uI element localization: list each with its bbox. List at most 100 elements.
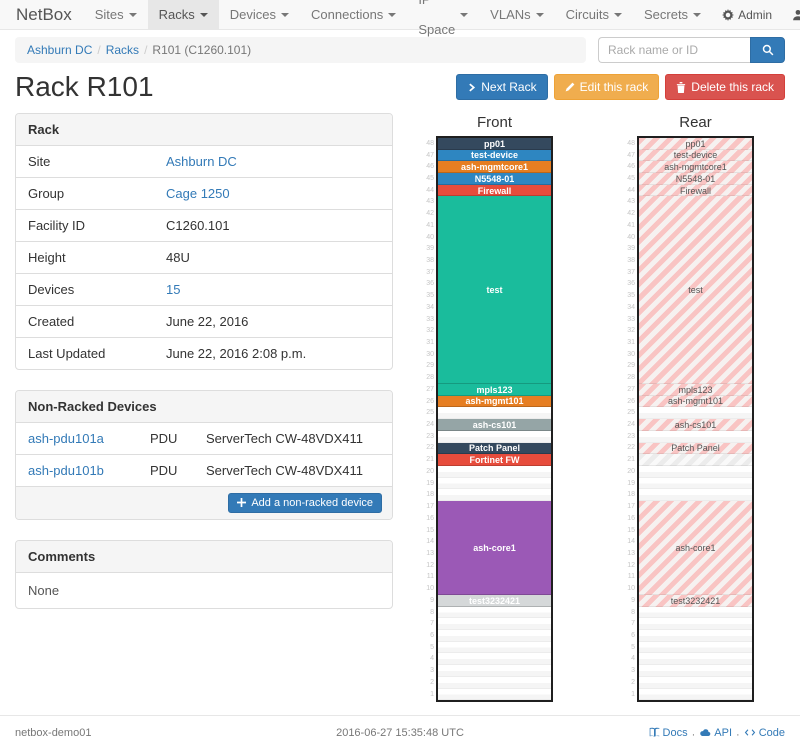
rack-device-fortinet-fw-front[interactable]: Fortinet FW: [438, 454, 551, 466]
app-brand[interactable]: NetBox: [8, 0, 84, 29]
rack-attr-row-devices: Devices15: [16, 273, 392, 305]
rack-device-ash-cs101-front[interactable]: ash-cs101: [438, 419, 551, 431]
footer-link-code[interactable]: Code: [744, 727, 785, 739]
rack-device-pp01-front[interactable]: pp01: [438, 138, 551, 150]
rack-device-patch-panel-front[interactable]: Patch Panel: [438, 443, 551, 455]
attr-value-cell: Ashburn DC: [154, 146, 392, 177]
breadcrumb-item-racks[interactable]: Racks: [106, 43, 139, 57]
chevron-down-icon: [129, 13, 137, 17]
rack-device-ash-mgmt101-rear[interactable]: ash-mgmt101: [639, 396, 752, 408]
rack-device-n5548-01-front[interactable]: N5548-01: [438, 173, 551, 185]
footer-link-api[interactable]: API: [699, 727, 732, 739]
rack-unit-empty: [639, 478, 752, 490]
title-row: Rack R101 Next Rack Edit this rack Delet…: [15, 72, 785, 103]
edit-rack-button[interactable]: Edit this rack: [554, 74, 660, 100]
next-rack-button[interactable]: Next Rack: [456, 74, 547, 100]
unit-number: 20: [625, 466, 635, 478]
rack-device-ash-core1-rear[interactable]: ash-core1: [639, 501, 752, 595]
unit-number: 9: [424, 595, 434, 607]
attr-value-cell: June 22, 2016: [154, 306, 392, 337]
front-rack: pp01test-deviceash-mgmtcore1N5548-01Fire…: [436, 136, 553, 703]
front-elevation-title: Front: [424, 114, 553, 131]
nav-item-connections[interactable]: Connections: [300, 0, 407, 29]
rack-device-n5548-01-rear[interactable]: N5548-01: [639, 173, 752, 185]
unit-number: 39: [625, 243, 635, 255]
rack-device-ash-cs101-rear[interactable]: ash-cs101: [639, 419, 752, 431]
attr-value: June 22, 2016: [166, 314, 248, 329]
rack-unit-empty: [438, 677, 551, 689]
nav-item-devices[interactable]: Devices: [219, 0, 300, 29]
footer-link-separator: ·: [736, 729, 740, 741]
attr-value[interactable]: Ashburn DC: [166, 154, 237, 169]
unit-number: 36: [424, 278, 434, 290]
rack-device-mpls123-rear[interactable]: mpls123: [639, 384, 752, 396]
attr-value[interactable]: Cage 1250: [166, 186, 230, 201]
rack-device-mpls123-front[interactable]: mpls123: [438, 384, 551, 396]
nav-item-label: Racks: [159, 0, 195, 30]
unit-number: 2: [424, 677, 434, 689]
rack-device-firewall-rear[interactable]: Firewall: [639, 185, 752, 197]
unit-number: 41: [625, 220, 635, 232]
breadcrumb-item-ashburn-dc[interactable]: Ashburn DC: [27, 43, 92, 57]
unit-number: 7: [424, 618, 434, 630]
unit-number: 18: [625, 489, 635, 501]
nav-item-secrets[interactable]: Secrets: [633, 0, 712, 29]
rack-device-test-rear[interactable]: test: [639, 196, 752, 384]
nav-item-ip-space[interactable]: IP Space: [407, 0, 479, 29]
front-elevation: Front 4847464544434241403938373635343332…: [424, 114, 553, 703]
nav-item-circuits[interactable]: Circuits: [555, 0, 633, 29]
rack-unit-empty: [438, 642, 551, 654]
device-link-ash-pdu101a[interactable]: ash-pdu101a: [28, 431, 104, 446]
rack-device-fortinet-fw-rear[interactable]: [639, 454, 752, 466]
attr-label: Created: [16, 306, 154, 337]
nav-item-sites[interactable]: Sites: [84, 0, 148, 29]
rear-rack: pp01test-deviceash-mgmtcore1N5548-01Fire…: [637, 136, 754, 703]
chevron-down-icon: [460, 13, 468, 17]
main-content: Rack SiteAshburn DCGroupCage 1250Facilit…: [15, 113, 785, 715]
delete-rack-button[interactable]: Delete this rack: [665, 74, 785, 100]
unit-number: 46: [625, 161, 635, 173]
unit-number: 1: [625, 689, 635, 701]
unit-number: 31: [424, 337, 434, 349]
attr-value[interactable]: 15: [166, 282, 180, 297]
device-link-ash-pdu101b[interactable]: ash-pdu101b: [28, 463, 104, 478]
unit-number: 47: [424, 150, 434, 162]
unit-number: 45: [424, 173, 434, 185]
unit-number: 10: [625, 583, 635, 595]
rack-device-test-front[interactable]: test: [438, 196, 551, 384]
rack-unit-empty: [639, 665, 752, 677]
add-non-racked-label: Add a non-racked device: [251, 497, 373, 509]
unit-number: 21: [424, 454, 434, 466]
rack-device-firewall-front[interactable]: Firewall: [438, 185, 551, 197]
rack-device-ash-mgmtcore1-front[interactable]: ash-mgmtcore1: [438, 161, 551, 173]
rack-device-test3232421-rear[interactable]: test3232421: [639, 595, 752, 607]
rack-device-ash-mgmt101-front[interactable]: ash-mgmt101: [438, 396, 551, 408]
rack-device-ash-mgmtcore1-rear[interactable]: ash-mgmtcore1: [639, 161, 752, 173]
nav-item-vlans[interactable]: VLANs: [479, 0, 554, 29]
unit-number: 46: [424, 161, 434, 173]
footer-link-label: API: [714, 727, 732, 739]
rack-device-test-device-rear[interactable]: test-device: [639, 150, 752, 162]
footer-link-docs[interactable]: Docs: [649, 727, 688, 739]
rack-device-ash-core1-front[interactable]: ash-core1: [438, 501, 551, 595]
nav-item-racks[interactable]: Racks: [148, 0, 219, 29]
attr-label: Height: [16, 242, 154, 273]
rack-device-test3232421-front[interactable]: test3232421: [438, 595, 551, 607]
unit-number: 30: [625, 349, 635, 361]
admin-link[interactable]: Admin: [712, 0, 782, 29]
add-non-racked-button[interactable]: Add a non-racked device: [228, 493, 382, 513]
unit-number: 17: [424, 501, 434, 513]
rack-attributes-table: SiteAshburn DCGroupCage 1250Facility IDC…: [16, 146, 392, 369]
profile-link[interactable]: Profile: [782, 0, 800, 29]
rack-device-test-device-front[interactable]: test-device: [438, 150, 551, 162]
search-button[interactable]: [750, 37, 785, 63]
breadcrumb-separator: /: [97, 43, 100, 57]
search-input[interactable]: [598, 37, 750, 63]
rack-device-patch-panel-rear[interactable]: Patch Panel: [639, 443, 752, 455]
footer-hostname: netbox-demo01: [15, 727, 269, 742]
unit-number: 34: [424, 302, 434, 314]
unit-number: 36: [625, 278, 635, 290]
footer-link-separator: ·: [692, 729, 696, 741]
rack-device-pp01-rear[interactable]: pp01: [639, 138, 752, 150]
rack-panel: Rack SiteAshburn DCGroupCage 1250Facilit…: [15, 113, 393, 370]
